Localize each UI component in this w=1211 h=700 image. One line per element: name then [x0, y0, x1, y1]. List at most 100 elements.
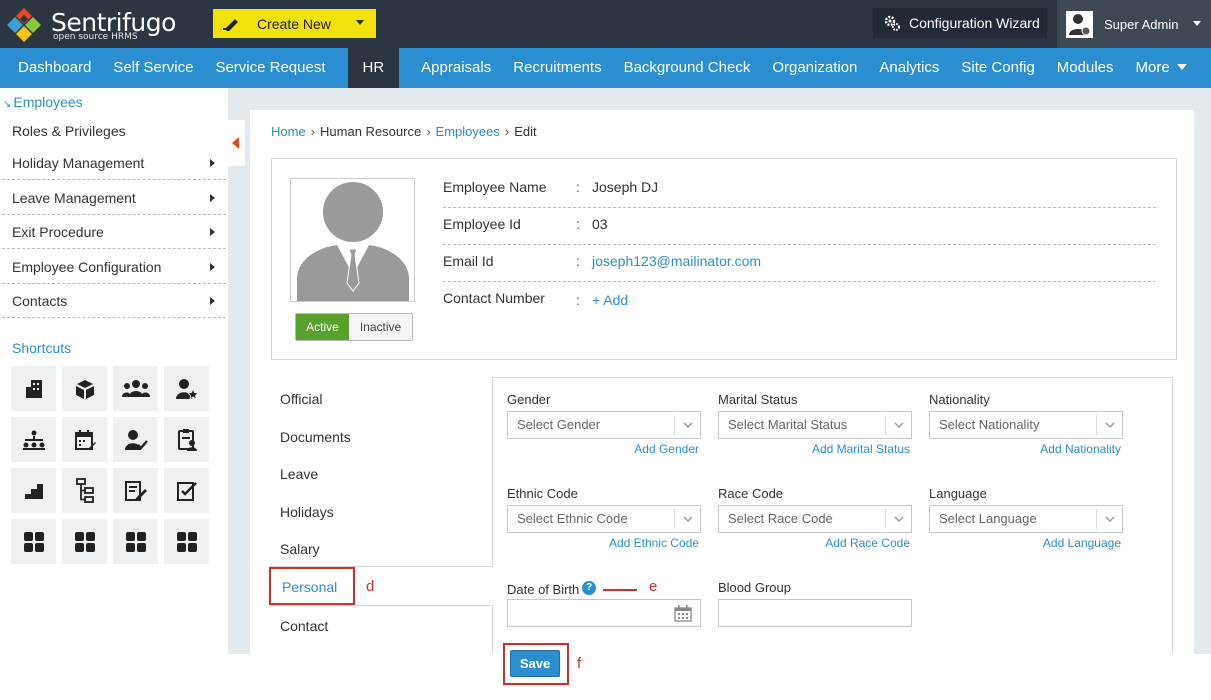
user-name: Super Admin: [1104, 16, 1179, 32]
shortcut-user-star[interactable]: [164, 366, 209, 411]
sidebar-item-label: Leave Management: [12, 190, 136, 206]
nav-recruitments[interactable]: Recruitments: [502, 48, 612, 88]
brand-tagline: open source HRMS: [53, 32, 138, 42]
chevron-down-icon: [885, 509, 911, 529]
shortcut-calendar-edit[interactable]: [62, 417, 107, 462]
gender-select[interactable]: Select Gender: [507, 411, 701, 439]
configuration-wizard-button[interactable]: Configuration Wizard: [873, 8, 1047, 38]
breadcrumb-home[interactable]: Home: [271, 124, 306, 139]
chevron-down-icon: [674, 415, 700, 435]
breadcrumb-human-resource[interactable]: Human Resource: [320, 124, 421, 139]
add-race-code-link[interactable]: Add Race Code: [810, 536, 910, 550]
marital-status-select[interactable]: Select Marital Status: [718, 411, 912, 439]
user-menu[interactable]: Super Admin: [1057, 0, 1211, 48]
language-placeholder: Select Language: [939, 511, 1037, 526]
tab-frame-left: [492, 605, 493, 654]
add-nationality-link[interactable]: Add Nationality: [1010, 442, 1121, 456]
tab-official[interactable]: Official: [280, 391, 323, 407]
employee-id-value: 03: [592, 216, 608, 232]
user-star-icon: [175, 378, 199, 400]
sidebar-item-exit-procedure[interactable]: Exit Procedure: [2, 215, 226, 249]
add-ethnic-code-link[interactable]: Add Ethnic Code: [590, 536, 699, 550]
shortcut-org-chart[interactable]: [11, 417, 56, 462]
add-language-link[interactable]: Add Language: [1021, 536, 1121, 550]
status-inactive-button[interactable]: Inactive: [349, 314, 412, 340]
nationality-select[interactable]: Select Nationality: [929, 411, 1123, 439]
tab-salary[interactable]: Salary: [280, 541, 320, 557]
shortcut-checklist[interactable]: [164, 468, 209, 513]
chevron-down-icon: [1193, 21, 1201, 26]
shortcut-grid-4[interactable]: [164, 519, 209, 564]
shortcut-building[interactable]: [11, 366, 56, 411]
tab-holidays[interactable]: Holidays: [280, 504, 334, 520]
sidebar-section-employees[interactable]: ↘ Employees: [3, 94, 83, 110]
brand-logo[interactable]: Sentrifugo open source HRMS: [6, 5, 186, 43]
date-of-birth-label: Date of Birth: [507, 582, 580, 597]
shortcut-hierarchy[interactable]: [62, 468, 107, 513]
shortcut-clipboard-user[interactable]: [164, 417, 209, 462]
caret-down-icon: [1176, 64, 1187, 70]
sidebar-item-contacts[interactable]: Contacts: [2, 284, 226, 318]
add-marital-status-link[interactable]: Add Marital Status: [790, 442, 910, 456]
sidebar-collapse-toggle[interactable]: [228, 120, 245, 166]
shortcuts-title: Shortcuts: [12, 340, 72, 356]
tab-documents[interactable]: Documents: [280, 429, 351, 445]
tab-contact[interactable]: Contact: [280, 618, 328, 634]
sidebar-item-roles-privileges[interactable]: Roles & Privileges: [2, 114, 226, 148]
chevron-down-icon: [674, 509, 700, 529]
breadcrumb-separator: ›: [504, 124, 510, 139]
nav-more[interactable]: More: [1125, 48, 1198, 88]
nav-service-request[interactable]: Service Request: [204, 48, 336, 88]
nav-appraisals[interactable]: Appraisals: [410, 48, 502, 88]
grid-icon: [176, 531, 197, 552]
nav-self-service[interactable]: Self Service: [102, 48, 204, 88]
calendar-icon[interactable]: [674, 605, 692, 622]
help-icon[interactable]: ?: [582, 581, 596, 595]
arrow-down-right-icon: ↘: [3, 99, 12, 110]
add-gender-link[interactable]: Add Gender: [607, 442, 699, 456]
tab-leave[interactable]: Leave: [280, 466, 318, 482]
nav-site-config[interactable]: Site Config: [950, 48, 1045, 88]
nav-background-check[interactable]: Background Check: [613, 48, 762, 88]
nav-analytics[interactable]: Analytics: [868, 48, 950, 88]
breadcrumb-employees[interactable]: Employees: [436, 124, 500, 139]
shortcut-document-edit[interactable]: [113, 468, 158, 513]
race-code-select[interactable]: Select Race Code: [718, 505, 912, 533]
sidebar-item-leave-management[interactable]: Leave Management: [2, 181, 226, 215]
status-active-button[interactable]: Active: [296, 314, 349, 340]
chevron-down-icon: [356, 20, 364, 25]
caret-left-icon: [232, 137, 239, 149]
blood-group-input[interactable]: [718, 599, 912, 627]
ethnic-code-select[interactable]: Select Ethnic Code: [507, 505, 701, 533]
nav-hr[interactable]: HR: [347, 48, 400, 88]
date-of-birth-input[interactable]: [507, 599, 701, 627]
shortcut-user-check[interactable]: [113, 417, 158, 462]
sidebar-item-holiday-management[interactable]: Holiday Management: [2, 146, 226, 180]
sidebar-item-label: Employee Configuration: [12, 259, 162, 275]
calendar-edit-icon: [74, 429, 96, 450]
shortcut-grid-3[interactable]: [113, 519, 158, 564]
nav-modules[interactable]: Modules: [1046, 48, 1125, 88]
language-select[interactable]: Select Language: [929, 505, 1123, 533]
shortcut-grid-2[interactable]: [62, 519, 107, 564]
add-contact-number-link[interactable]: + Add: [592, 292, 628, 308]
employee-name-row: Employee Name : Joseph DJ: [443, 171, 1156, 208]
create-new-button[interactable]: Create New: [213, 9, 376, 38]
shortcut-boxes[interactable]: [62, 366, 107, 411]
caret-right-icon: [210, 194, 215, 202]
shortcut-stairs[interactable]: [11, 468, 56, 513]
nav-dashboard[interactable]: Dashboard: [0, 48, 102, 88]
employee-photo[interactable]: [290, 178, 415, 302]
employee-status-toggle: Active Inactive: [295, 313, 413, 341]
sidebar-item-employee-configuration[interactable]: Employee Configuration: [2, 250, 226, 284]
save-button[interactable]: Save: [510, 650, 560, 677]
ethnic-code-placeholder: Select Ethnic Code: [517, 511, 628, 526]
chevron-down-icon: [885, 415, 911, 435]
employee-name-value: Joseph DJ: [592, 179, 659, 195]
email-id-row: Email Id : joseph123@mailinator.com: [443, 245, 1156, 282]
shortcut-group[interactable]: [113, 366, 158, 411]
nav-organization[interactable]: Organization: [761, 48, 868, 88]
shortcut-grid-1[interactable]: [11, 519, 56, 564]
tab-personal[interactable]: Personal: [269, 567, 355, 605]
email-id-link[interactable]: joseph123@mailinator.com: [592, 253, 761, 269]
